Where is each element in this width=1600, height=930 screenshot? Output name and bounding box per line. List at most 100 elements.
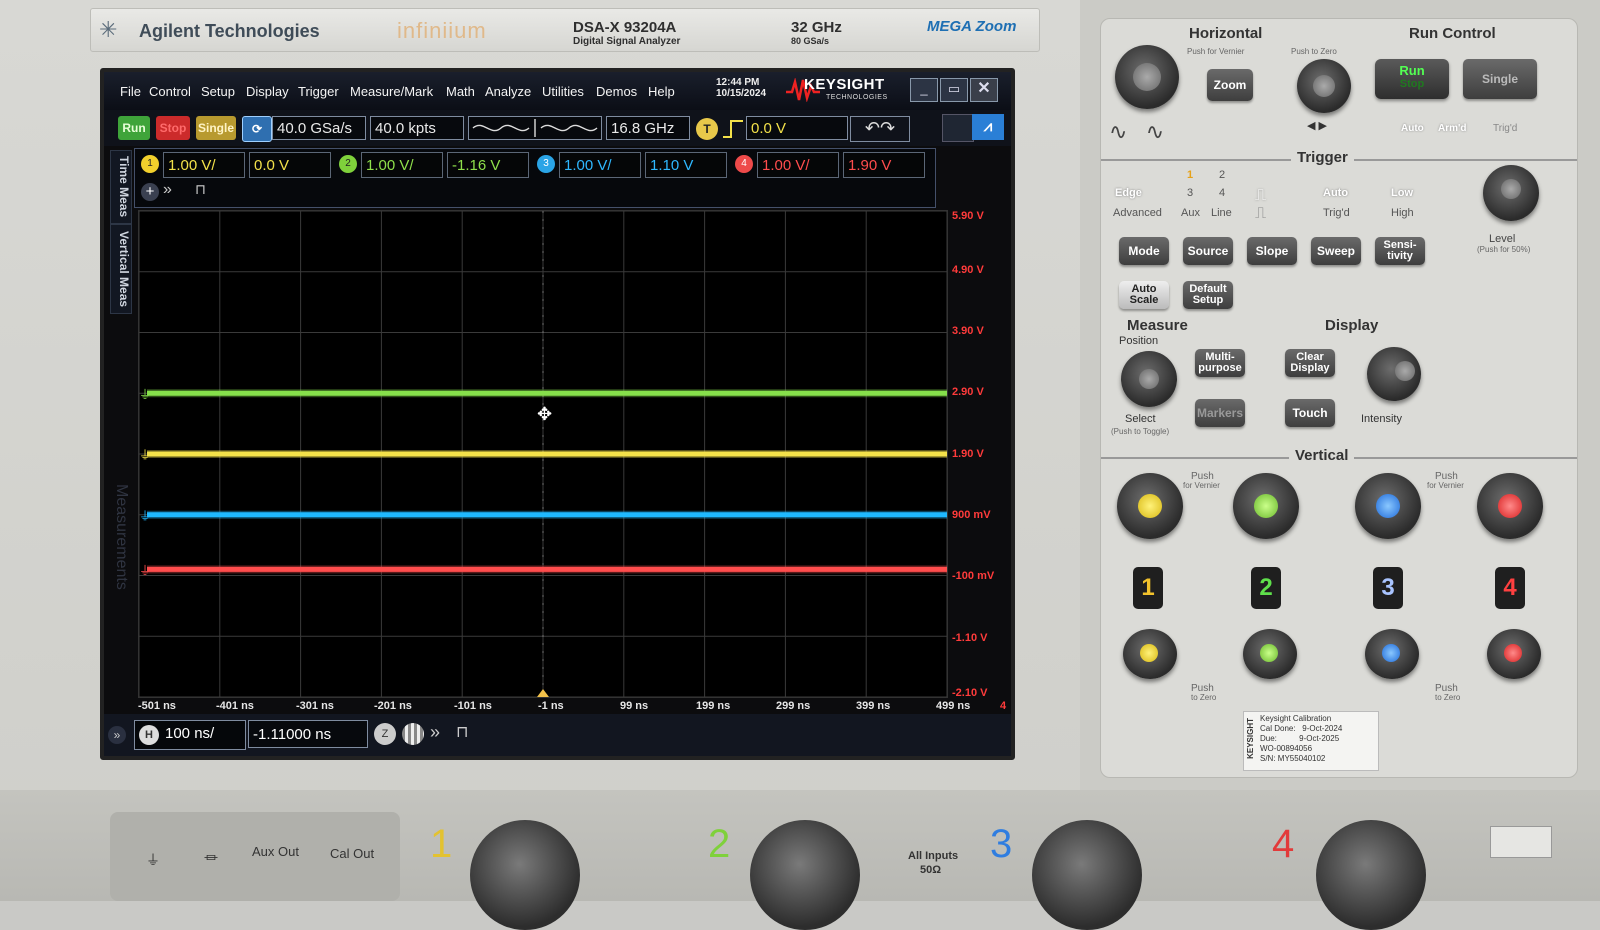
- ch3-offset-knob[interactable]: [1365, 629, 1419, 679]
- ch3-offset-field[interactable]: 1.10 V: [645, 152, 727, 178]
- run-button[interactable]: Run: [118, 116, 150, 140]
- marker-position-knob[interactable]: [1121, 351, 1177, 407]
- ch1-button[interactable]: 1: [1133, 567, 1163, 609]
- ch2-offset-field[interactable]: -1.16 V: [447, 152, 529, 178]
- trigger-slope-button[interactable]: Slope: [1247, 237, 1297, 265]
- pointer-mode-icon[interactable]: [942, 114, 974, 142]
- menu-control[interactable]: Control: [149, 84, 191, 99]
- ch4-scale-field[interactable]: 1.00 V/: [757, 152, 839, 178]
- minimize-button[interactable]: _: [910, 78, 938, 102]
- tab-time-meas[interactable]: Time Meas: [110, 150, 132, 224]
- ch3-scale-field[interactable]: 1.00 V/: [559, 152, 641, 178]
- ch4-scale-knob[interactable]: [1477, 473, 1543, 539]
- default-setup-button[interactable]: Default Setup: [1183, 281, 1233, 309]
- menu-help[interactable]: Help: [648, 84, 675, 99]
- zoom-icon[interactable]: Z: [374, 723, 396, 745]
- ch3-scale-knob[interactable]: [1355, 473, 1421, 539]
- close-button[interactable]: ✕: [970, 78, 998, 102]
- multipurpose-button[interactable]: Multi-purpose: [1195, 349, 1245, 377]
- menu-demos[interactable]: Demos: [596, 84, 637, 99]
- bandwidth-field[interactable]: 16.8 GHz: [606, 116, 690, 140]
- auto-scale-button[interactable]: Auto Scale: [1119, 281, 1169, 309]
- x-tick-label: 199 ns: [696, 700, 731, 712]
- expand-chevron-icon[interactable]: »: [163, 181, 172, 199]
- stop-button[interactable]: Stop: [156, 116, 190, 140]
- touch-button[interactable]: Touch: [1285, 399, 1335, 427]
- input-4-connector[interactable]: [1316, 820, 1426, 930]
- ch2-scale-field[interactable]: 1.00 V/: [361, 152, 443, 178]
- ch1-scale-field[interactable]: 1.00 V/: [163, 152, 245, 178]
- ch2-offset-knob[interactable]: [1243, 629, 1297, 679]
- tab-vertical-meas[interactable]: Vertical Meas: [110, 224, 132, 314]
- single-button[interactable]: Single: [1463, 59, 1537, 99]
- menu-utilities[interactable]: Utilities: [542, 84, 584, 99]
- touch-mode-icon[interactable]: ⩘: [972, 114, 1004, 140]
- trigger-mode-button[interactable]: Mode: [1119, 237, 1169, 265]
- add-channel-icon[interactable]: +: [141, 183, 159, 201]
- ch4-button[interactable]: 4: [1495, 567, 1525, 609]
- menu-setup[interactable]: Setup: [201, 84, 235, 99]
- acquisition-mode-field[interactable]: [468, 116, 602, 140]
- input-2-connector[interactable]: [750, 820, 860, 930]
- undo-icon[interactable]: ↶: [865, 118, 880, 138]
- run-control-section-title: Run Control: [1409, 25, 1496, 42]
- trigger-badge[interactable]: T: [696, 118, 718, 140]
- markers-button[interactable]: Markers: [1195, 399, 1245, 427]
- menu-measure-mark[interactable]: Measure/Mark: [350, 84, 433, 99]
- ch1-badge[interactable]: 1: [141, 155, 159, 173]
- toolbar: Run Stop Single ⟳ 40.0 GSa/s 40.0 kpts 1…: [104, 110, 1011, 146]
- expand-chevron-icon[interactable]: »: [430, 722, 440, 743]
- input-1-connector[interactable]: [470, 820, 580, 930]
- y-tick-label: 5.90 V: [952, 210, 984, 222]
- ch4-offset-field[interactable]: 1.90 V: [843, 152, 925, 178]
- trigger-sweep-button[interactable]: Sweep: [1311, 237, 1361, 265]
- time-scale-box[interactable]: H 100 ns/: [134, 720, 246, 750]
- horizontal-scale-knob[interactable]: [1115, 45, 1179, 109]
- ch3-badge[interactable]: 3: [537, 155, 555, 173]
- sample-rate-field[interactable]: 40.0 GSa/s: [272, 116, 366, 140]
- intensity-knob[interactable]: [1367, 347, 1421, 401]
- trigger-sensitivity-button[interactable]: Sensi-tivity: [1375, 237, 1425, 265]
- redo-icon[interactable]: ↷: [880, 118, 895, 138]
- clear-display-button[interactable]: Clear Display: [1285, 349, 1335, 377]
- input-3-connector[interactable]: [1032, 820, 1142, 930]
- autoscale-refresh-icon[interactable]: ⟳: [242, 116, 272, 142]
- ch2-scale-knob[interactable]: [1233, 473, 1299, 539]
- trigger-level-field[interactable]: 0.0 V: [746, 116, 848, 140]
- source-2-indicator: 2: [1219, 169, 1226, 181]
- trigger-level-knob[interactable]: [1483, 165, 1539, 221]
- ch1-offset-knob[interactable]: [1123, 629, 1177, 679]
- rising-edge-icon[interactable]: [722, 118, 744, 140]
- ch4-offset-knob[interactable]: [1487, 629, 1541, 679]
- menu-file[interactable]: File: [120, 84, 141, 99]
- single-button[interactable]: Single: [196, 116, 236, 140]
- trigger-source-button[interactable]: Source: [1183, 237, 1233, 265]
- ch3-button[interactable]: 3: [1373, 567, 1403, 609]
- zoom-button[interactable]: Zoom: [1207, 69, 1253, 101]
- tab-measurements[interactable]: Measurements: [110, 452, 130, 622]
- time-delay-field[interactable]: -1.11000 ns: [248, 720, 368, 748]
- menu-trigger[interactable]: Trigger: [298, 84, 339, 99]
- ch1-scale-knob[interactable]: [1117, 473, 1183, 539]
- memory-depth-field[interactable]: 40.0 kpts: [370, 116, 464, 140]
- ch2-badge[interactable]: 2: [339, 155, 357, 173]
- gated-icon[interactable]: [402, 723, 424, 745]
- ch4-badge[interactable]: 4: [735, 155, 753, 173]
- ch2-button[interactable]: 2: [1251, 567, 1281, 609]
- menu-math[interactable]: Math: [446, 84, 475, 99]
- measure-section-title: Measure: [1127, 317, 1188, 334]
- run-label: Run: [1399, 63, 1425, 78]
- horizontal-position-knob[interactable]: [1297, 59, 1351, 113]
- input-1-label: 1: [430, 822, 453, 866]
- collapse-chevron-icon[interactable]: »: [108, 726, 126, 744]
- pin-icon[interactable]: ⊓: [195, 181, 206, 198]
- horizontal-scale-wave-icon: ∿ ∿: [1109, 119, 1165, 144]
- menu-analyze[interactable]: Analyze: [485, 84, 531, 99]
- waveform-plot[interactable]: ⏚ ⏚ ⏚ ⏚ ✥: [138, 210, 948, 698]
- ch1-offset-field[interactable]: 0.0 V: [249, 152, 331, 178]
- menu-display[interactable]: Display: [246, 84, 289, 99]
- usb-port[interactable]: [1490, 826, 1552, 858]
- restore-button[interactable]: ▭: [940, 78, 968, 102]
- pin-icon[interactable]: ⊓: [456, 722, 468, 742]
- run-stop-button[interactable]: Run Stop: [1375, 59, 1449, 99]
